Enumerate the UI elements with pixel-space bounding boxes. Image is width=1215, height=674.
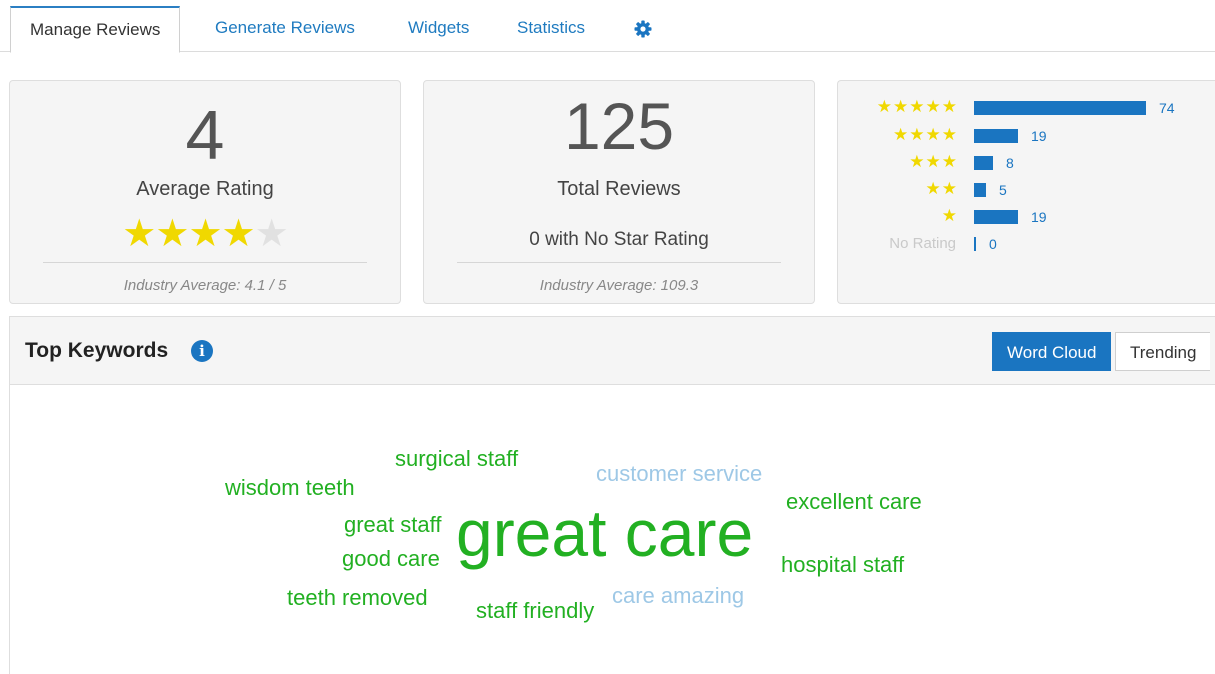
rating-distribution-row[interactable]: No Rating 0 (838, 233, 1214, 253)
rating-count: 74 (1159, 100, 1175, 116)
star-row-label: ★★ (925, 179, 958, 198)
info-icon[interactable]: i (191, 340, 213, 362)
star-row-label: ★★★★ (893, 125, 958, 144)
tab-statistics[interactable]: Statistics (498, 6, 604, 53)
star-row-label: ★★★★★ (876, 97, 958, 116)
average-rating-stars: ★★★★★ (10, 215, 400, 253)
rating-count: 0 (989, 236, 997, 252)
tab-generate-reviews[interactable]: Generate Reviews (196, 6, 374, 53)
keyword-customer-service[interactable]: customer service (596, 463, 762, 485)
star-filled-icon: ★ (188, 213, 222, 255)
trending-button[interactable]: Trending (1115, 332, 1211, 371)
top-keywords-header: Top Keywords i Word Cloud Trending (10, 317, 1215, 385)
divider (457, 262, 781, 263)
star-empty-icon: ★ (254, 213, 289, 255)
total-reviews-label: Total Reviews (557, 178, 681, 200)
rating-count: 5 (999, 182, 1007, 198)
keyword-hospital-staff[interactable]: hospital staff (781, 554, 904, 576)
keyword-wisdom-teeth[interactable]: wisdom teeth (225, 477, 355, 499)
keyword-great-staff[interactable]: great staff (344, 514, 441, 536)
rating-bar (974, 156, 993, 170)
keyword-good-care[interactable]: good care (342, 548, 440, 570)
average-rating-card: 4 Average Rating ★★★★★ Industry Average:… (9, 80, 401, 304)
keyword-great-care[interactable]: great care (456, 500, 753, 566)
keyword-surgical-staff[interactable]: surgical staff (395, 448, 518, 470)
total-reviews-card: 125 Total Reviews 0 with No Star Rating … (423, 80, 815, 304)
star-filled-icon: ★ (155, 213, 189, 255)
rating-count: 19 (1031, 209, 1047, 225)
rating-bar (974, 210, 1018, 224)
industry-average-reviews: Industry Average: 109.3 (539, 277, 699, 294)
rating-distribution-row[interactable]: ★ 19 (838, 206, 1214, 226)
rating-bar (974, 183, 986, 197)
rating-distribution-row[interactable]: ★★★★★ 74 (838, 97, 1214, 117)
rating-bar (974, 129, 1018, 143)
average-rating-label: Average Rating (136, 178, 274, 200)
divider (43, 262, 367, 263)
keyword-care-amazing[interactable]: care amazing (612, 585, 744, 607)
rating-distribution-row[interactable]: ★★★ 8 (838, 152, 1214, 172)
total-reviews-value: 125 (563, 89, 675, 163)
top-keywords-panel: Top Keywords i Word Cloud Trending surgi… (9, 316, 1215, 674)
keyword-excellent-care[interactable]: excellent care (786, 491, 922, 513)
star-row-label: ★★★ (909, 152, 958, 171)
rating-count: 8 (1006, 155, 1014, 171)
tab-widgets[interactable]: Widgets (389, 6, 488, 53)
tab-manage-reviews[interactable]: Manage Reviews (10, 6, 181, 53)
rating-bar (974, 237, 976, 251)
rating-distribution-row[interactable]: ★★★★ 19 (838, 125, 1214, 145)
gear-icon[interactable] (633, 19, 653, 39)
word-cloud-button[interactable]: Word Cloud (992, 332, 1112, 371)
industry-average-rating: Industry Average: 4.1 / 5 (123, 277, 287, 294)
average-rating-value: 4 (185, 96, 225, 174)
keyword-teeth-removed[interactable]: teeth removed (287, 587, 428, 609)
no-star-rating-count: 0 with No Star Rating (529, 229, 709, 250)
rating-distribution-row[interactable]: ★★ 5 (838, 179, 1214, 199)
keyword-staff-friendly[interactable]: staff friendly (476, 600, 594, 622)
rating-bar (974, 101, 1146, 115)
star-row-label: ★ (941, 206, 958, 225)
star-filled-icon: ★ (221, 213, 256, 255)
no-rating-label: No Rating (889, 235, 956, 252)
top-keywords-title: Top Keywords (25, 339, 169, 362)
rating-distribution-card: ★★★★★ 74 ★★★★ 19 ★★★ 8 ★★ 5 ★ 19 No Rating 0 (837, 80, 1215, 304)
rating-count: 19 (1031, 128, 1047, 144)
star-filled-icon: ★ (122, 213, 156, 255)
tab-bar: Manage Reviews Generate Reviews Widgets … (0, 0, 1215, 53)
